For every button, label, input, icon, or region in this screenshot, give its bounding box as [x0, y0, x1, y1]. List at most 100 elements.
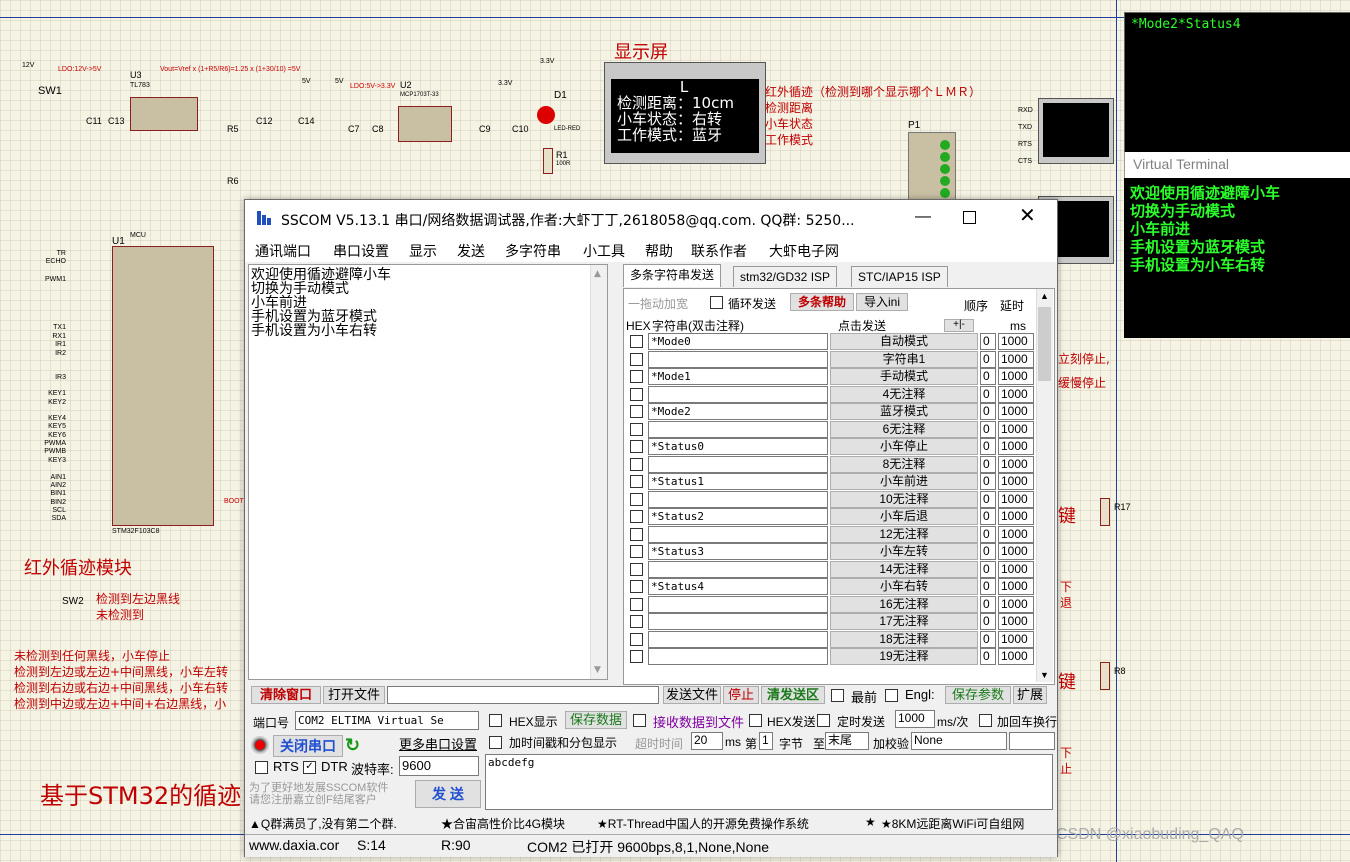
dtr-checkbox[interactable]: ✓ — [303, 761, 316, 774]
row-send-button[interactable]: 蓝牙模式 — [830, 403, 978, 420]
more-settings-link[interactable]: 更多串口设置 — [399, 734, 477, 753]
top-most-checkbox[interactable] — [831, 689, 844, 702]
row-string-field[interactable] — [648, 350, 828, 368]
row-order-field[interactable]: 0 — [980, 385, 996, 403]
row-delay-field[interactable]: 1000 — [998, 560, 1034, 578]
timed-send-checkbox[interactable] — [817, 714, 830, 727]
row-hex-checkbox[interactable] — [630, 335, 643, 348]
row-hex-checkbox[interactable] — [630, 597, 643, 611]
row-delay-field[interactable]: 1000 — [998, 595, 1034, 613]
maximize-icon[interactable] — [963, 211, 976, 224]
row-order-field[interactable]: 0 — [980, 333, 996, 350]
close-port-button[interactable]: 关闭串口 — [273, 735, 343, 757]
row-hex-checkbox[interactable] — [630, 632, 643, 646]
row-order-field[interactable]: 0 — [980, 508, 996, 525]
plus-minus-button[interactable]: +|- — [944, 319, 974, 332]
end-select[interactable]: 末尾 — [825, 732, 869, 750]
add-crlf-checkbox[interactable] — [979, 714, 992, 727]
row-string-field[interactable] — [648, 490, 828, 508]
send-textarea[interactable]: abcdefg — [485, 754, 1053, 810]
ticker-item-3[interactable]: ★RT-Thread中国人的开源免费操作系统 — [597, 815, 809, 832]
row-delay-field[interactable]: 1000 — [998, 613, 1034, 630]
row-delay-field[interactable]: 1000 — [998, 350, 1034, 368]
row-string-field[interactable] — [648, 595, 828, 613]
row-hex-checkbox[interactable] — [630, 615, 643, 628]
ticker-item-2[interactable]: ★合宙高性价比4G模块 — [441, 815, 565, 832]
grid-scrollbar[interactable]: ▲ ▼ — [1036, 289, 1053, 682]
row-send-button[interactable]: 17无注释 — [830, 613, 978, 630]
row-string-field[interactable]: *Mode2 — [648, 403, 828, 420]
row-delay-field[interactable]: 1000 — [998, 525, 1034, 543]
stop-button[interactable]: 停止 — [723, 686, 759, 704]
row-order-field[interactable]: 0 — [980, 473, 996, 490]
row-send-button[interactable]: 小车右转 — [830, 578, 978, 595]
row-order-field[interactable]: 0 — [980, 350, 996, 368]
row-delay-field[interactable]: 1000 — [998, 508, 1034, 525]
row-delay-field[interactable]: 1000 — [998, 368, 1034, 385]
row-order-field[interactable]: 0 — [980, 543, 996, 560]
row-string-field[interactable]: *Mode0 — [648, 333, 828, 350]
receive-scrollbar[interactable]: ▲ ▼ — [590, 265, 607, 679]
row-hex-checkbox[interactable] — [630, 422, 643, 436]
english-checkbox[interactable] — [885, 689, 898, 702]
minimize-icon[interactable]: — — [915, 208, 931, 226]
row-send-button[interactable]: 19无注释 — [830, 648, 978, 665]
menu-tools[interactable]: 小工具 — [583, 241, 625, 261]
row-delay-field[interactable]: 1000 — [998, 543, 1034, 560]
row-order-field[interactable]: 0 — [980, 368, 996, 385]
refresh-icon[interactable]: ↻ — [345, 735, 360, 756]
row-hex-checkbox[interactable] — [630, 580, 643, 593]
save-data-button[interactable]: 保存数据 — [565, 711, 627, 729]
tab-stc-isp[interactable]: STC/IAP15 ISP — [851, 266, 948, 287]
row-string-field[interactable]: *Mode1 — [648, 368, 828, 385]
menu-send[interactable]: 发送 — [457, 241, 485, 261]
row-hex-checkbox[interactable] — [630, 405, 643, 418]
menu-multi-string[interactable]: 多字符串 — [505, 241, 561, 261]
row-send-button[interactable]: 12无注释 — [830, 525, 978, 543]
row-string-field[interactable] — [648, 385, 828, 403]
row-delay-field[interactable]: 1000 — [998, 333, 1034, 350]
row-hex-checkbox[interactable] — [630, 650, 643, 663]
virtual-terminal-2[interactable]: 欢迎使用循迹避障小车 切换为手动模式 小车前进 手机设置为蓝牙模式 手机设置为小… — [1124, 178, 1350, 338]
ticker-item-1[interactable]: ▲Q群满员了,没有第二个群. — [249, 815, 397, 832]
row-hex-checkbox[interactable] — [630, 475, 643, 488]
row-order-field[interactable]: 0 — [980, 525, 996, 543]
row-send-button[interactable]: 18无注释 — [830, 630, 978, 648]
row-hex-checkbox[interactable] — [630, 352, 643, 366]
recv-to-file-checkbox[interactable] — [633, 714, 646, 727]
open-file-button[interactable]: 打开文件 — [323, 686, 385, 704]
clear-window-button[interactable]: 清除窗口 — [251, 686, 321, 704]
row-delay-field[interactable]: 1000 — [998, 490, 1034, 508]
menu-daxia-site[interactable]: 大虾电子网 — [769, 241, 839, 261]
row-send-button[interactable]: 自动模式 — [830, 333, 978, 350]
row-send-button[interactable]: 小车前进 — [830, 473, 978, 490]
row-string-field[interactable] — [648, 525, 828, 543]
expand-button[interactable]: 扩展 — [1013, 686, 1047, 704]
row-send-button[interactable]: 4无注释 — [830, 385, 978, 403]
row-string-field[interactable] — [648, 420, 828, 438]
row-delay-field[interactable]: 1000 — [998, 385, 1034, 403]
row-delay-field[interactable]: 1000 — [998, 403, 1034, 420]
byte-number-field[interactable]: 1 — [759, 732, 773, 750]
row-hex-checkbox[interactable] — [630, 510, 643, 523]
row-string-field[interactable] — [648, 455, 828, 473]
ticker-item-4[interactable]: ★ — [865, 815, 876, 829]
clear-send-button[interactable]: 清发送区 — [761, 686, 825, 704]
row-send-button[interactable]: 字符串1 — [830, 350, 978, 368]
row-string-field[interactable]: *Status1 — [648, 473, 828, 490]
drag-widen-label[interactable]: 一拖动加宽 — [628, 295, 688, 312]
row-order-field[interactable]: 0 — [980, 595, 996, 613]
virtual-terminal-1[interactable]: *Mode2*Status4 — [1124, 12, 1350, 154]
row-order-field[interactable]: 0 — [980, 403, 996, 420]
row-string-field[interactable]: *Status4 — [648, 578, 828, 595]
row-delay-field[interactable]: 1000 — [998, 438, 1034, 455]
row-hex-checkbox[interactable] — [630, 492, 643, 506]
menu-contact[interactable]: 联系作者 — [691, 241, 747, 261]
hex-display-checkbox[interactable] — [489, 714, 502, 727]
row-send-button[interactable]: 手动模式 — [830, 368, 978, 385]
row-hex-checkbox[interactable] — [630, 387, 643, 401]
port-select[interactable]: COM2 ELTIMA Virtual Se — [295, 711, 479, 730]
sscom-titlebar[interactable]: SSCOM V5.13.1 串口/网络数据调试器,作者:大虾丁丁,2618058… — [245, 200, 1057, 236]
row-send-button[interactable]: 10无注释 — [830, 490, 978, 508]
row-string-field[interactable]: *Status0 — [648, 438, 828, 455]
